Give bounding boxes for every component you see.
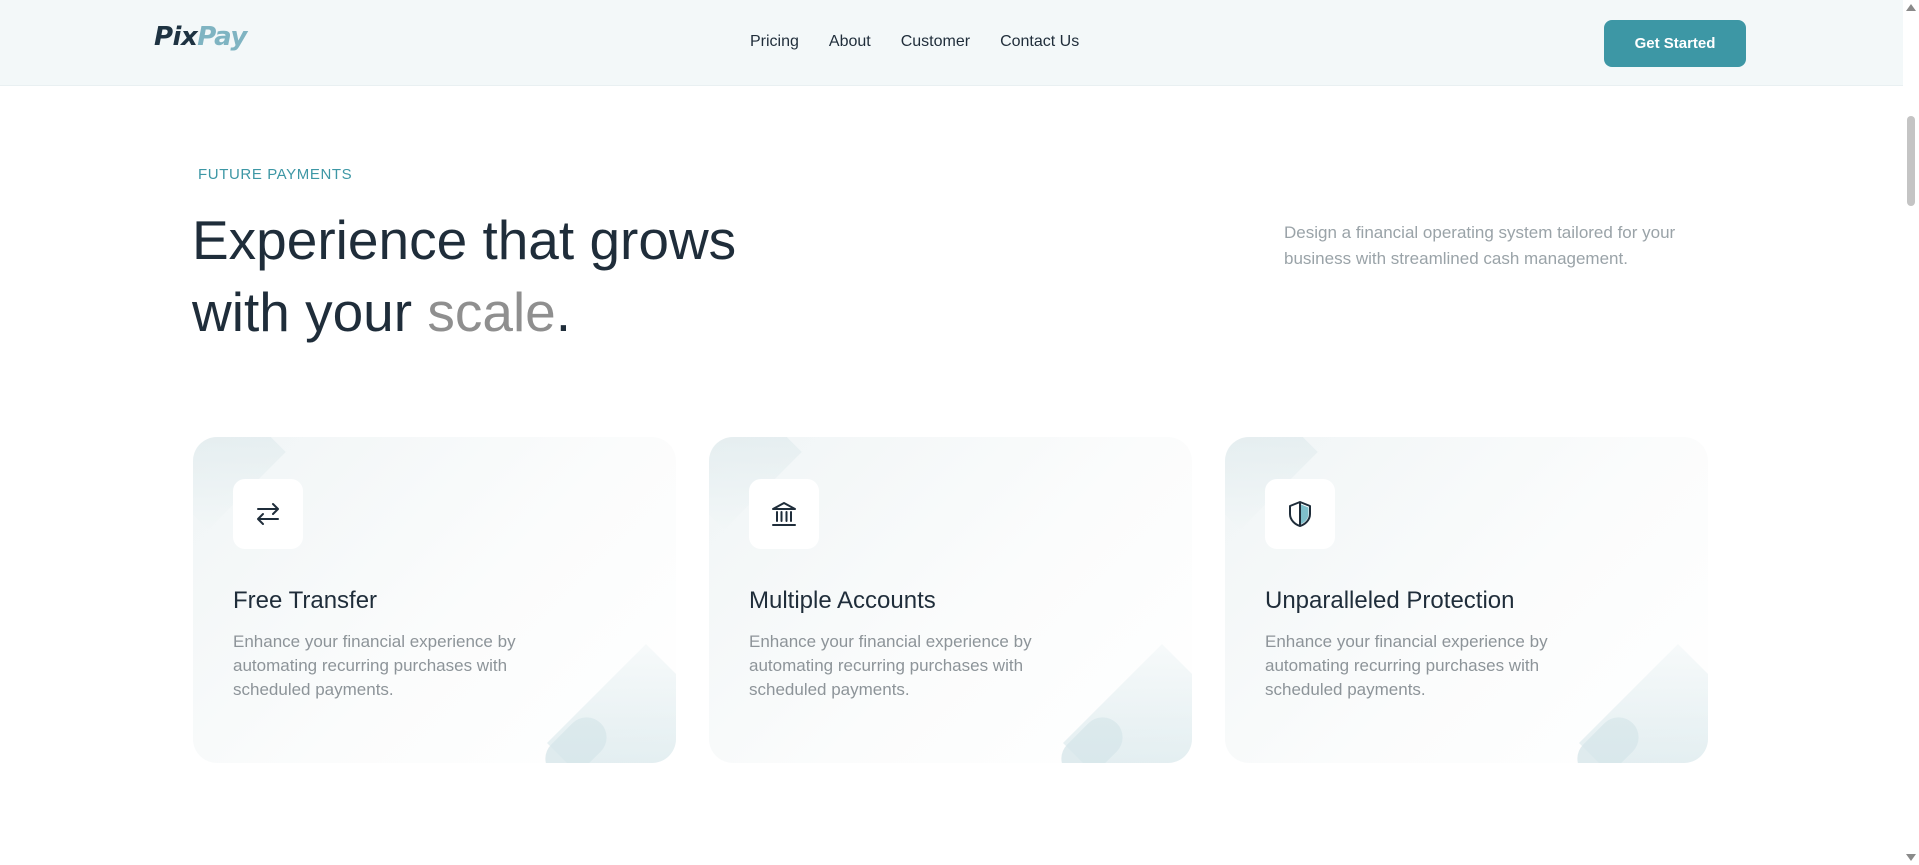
pixpay-logo[interactable]: PixPay [154,22,247,52]
top-navbar: PixPay Pricing About Customer Contact Us… [0,0,1903,86]
main-nav: Pricing About Customer Contact Us [750,33,1109,51]
logo-pix: Pix [154,22,198,52]
transfer-arrows-icon [233,479,303,549]
feature-title: Unparalleled Protection [1265,587,1515,614]
hero-headline: Experience that grows with your scale. [192,204,736,348]
bank-icon [749,479,819,549]
headline-line2-start: with your [192,281,428,343]
headline-line1: Experience that grows [192,209,737,271]
card-decoration [1063,644,1192,763]
card-decoration [547,644,676,763]
headline-end: . [555,281,572,343]
scrollbar-thumb[interactable] [1907,116,1915,206]
feature-description: Enhance your financial experience by aut… [233,632,516,699]
feature-description: Enhance your financial experience by aut… [1265,632,1548,699]
scroll-up-arrow-icon[interactable] [1906,4,1916,11]
hero-subtitle: Design a financial operating system tail… [1284,223,1676,268]
nav-link-contact-us[interactable]: Contact Us [1000,33,1079,51]
logo-pay: Pay [197,22,247,52]
shield-icon [1265,479,1335,549]
card-decoration [1579,644,1708,763]
scroll-down-arrow-icon[interactable] [1906,854,1916,861]
hero-eyebrow: FUTURE PAYMENTS [198,166,353,183]
feature-card-multiple-accounts: Multiple Accounts Enhance your financial… [709,437,1192,763]
headline-highlight: scale [427,281,556,343]
feature-card-unparalleled-protection: Unparalleled Protection Enhance your fin… [1225,437,1708,763]
feature-description: Enhance your financial experience by aut… [749,632,1032,699]
feature-card-free-transfer: Free Transfer Enhance your financial exp… [193,437,676,763]
nav-link-customer[interactable]: Customer [901,33,970,51]
get-started-button[interactable]: Get Started [1604,20,1746,67]
feature-title: Multiple Accounts [749,587,936,614]
nav-link-pricing[interactable]: Pricing [750,33,799,51]
nav-link-about[interactable]: About [829,33,871,51]
page-scrollbar[interactable] [1903,0,1919,865]
feature-title: Free Transfer [233,587,378,614]
